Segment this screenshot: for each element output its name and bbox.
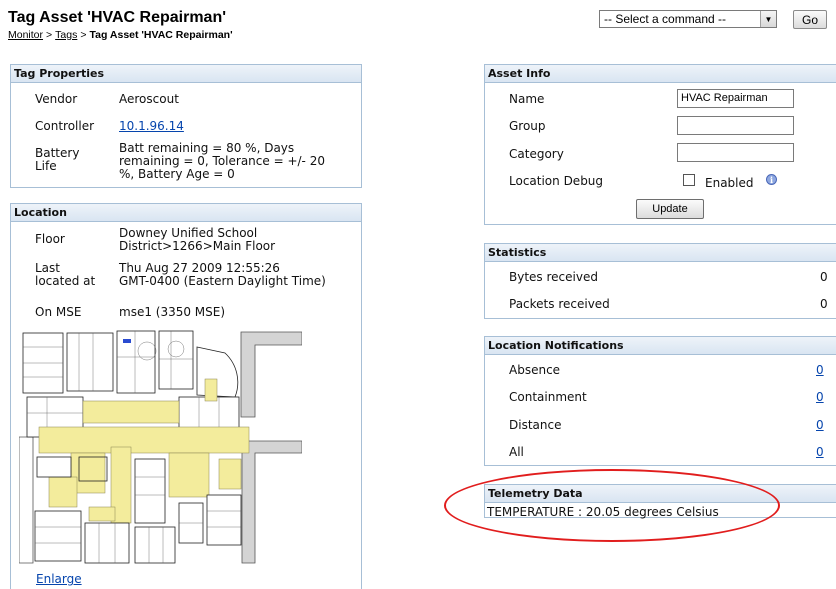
enlarge-link[interactable]: Enlarge [36,572,82,586]
asset-info-heading: Asset Info [485,65,836,83]
bytes-received-value: 0 [820,270,828,284]
command-select-value: -- Select a command -- [604,12,727,26]
all-count-link[interactable]: 0 [816,446,824,459]
group-label: Group [509,119,546,133]
vendor-label: Vendor [35,92,78,106]
all-label: All [509,445,524,459]
statistics-panel: Statistics Bytes received 0 Packets rece… [484,243,836,319]
tag-properties-panel: Tag Properties Vendor Aeroscout Controll… [10,64,362,188]
location-notifications-panel: Location Notifications Absence 0 Contain… [484,336,836,466]
statistics-heading: Statistics [485,244,836,262]
absence-count-link[interactable]: 0 [816,364,824,377]
packets-received-label: Packets received [509,297,610,311]
chevron-down-icon[interactable]: ▼ [760,11,776,27]
location-debug-label: Location Debug [509,174,604,188]
breadcrumb-separator: > [46,29,53,41]
battery-line3: %, Battery Age = 0 [119,167,235,181]
containment-count-link[interactable]: 0 [816,391,824,404]
on-mse-label: On MSE [35,305,82,319]
battery-life-label-line2: Life [35,159,57,173]
absence-label: Absence [509,363,561,377]
asset-info-panel: Asset Info Name HVAC Repairman Group Cat… [484,64,836,225]
category-input[interactable] [677,143,794,162]
name-input[interactable]: HVAC Repairman [677,89,794,108]
bytes-received-label: Bytes received [509,270,598,284]
tag-properties-heading: Tag Properties [11,65,361,83]
on-mse-value: mse1 (3350 MSE) [119,305,226,319]
breadcrumb: Monitor > Tags > Tag Asset 'HVAC Repairman' [8,29,233,41]
controller-link[interactable]: 10.1.96.14 [119,120,184,133]
last-located-label-line2: located at [35,274,96,288]
distance-label: Distance [509,418,562,432]
page-title: Tag Asset 'HVAC Repairman' [8,9,227,26]
command-select[interactable]: -- Select a command -- ▼ [599,10,777,28]
controller-label: Controller [35,119,95,133]
location-debug-checkbox[interactable] [683,174,695,186]
info-icon[interactable]: i [766,174,777,185]
containment-label: Containment [509,390,587,404]
breadcrumb-separator: > [80,29,87,41]
update-button[interactable]: Update [636,199,704,219]
packets-received-value: 0 [820,297,828,311]
location-heading: Location [11,204,361,222]
floor-plan-map[interactable] [19,327,302,565]
vendor-value: Aeroscout [119,92,179,106]
name-label: Name [509,92,545,106]
enabled-label: Enabled [705,176,754,190]
floor-label: Floor [35,232,65,246]
go-button[interactable]: Go [793,10,827,29]
category-label: Category [509,147,564,161]
floor-line2: District>1266>Main Floor [119,239,276,253]
breadcrumb-current: Tag Asset 'HVAC Repairman' [89,29,233,41]
group-input[interactable] [677,116,794,135]
distance-count-link[interactable]: 0 [816,419,824,432]
last-located-line2: GMT-0400 (Eastern Daylight Time) [119,274,326,288]
breadcrumb-tags-link[interactable]: Tags [55,29,77,41]
breadcrumb-monitor-link[interactable]: Monitor [8,29,43,41]
location-notifications-heading: Location Notifications [485,337,836,355]
highlight-ellipse [444,469,780,542]
